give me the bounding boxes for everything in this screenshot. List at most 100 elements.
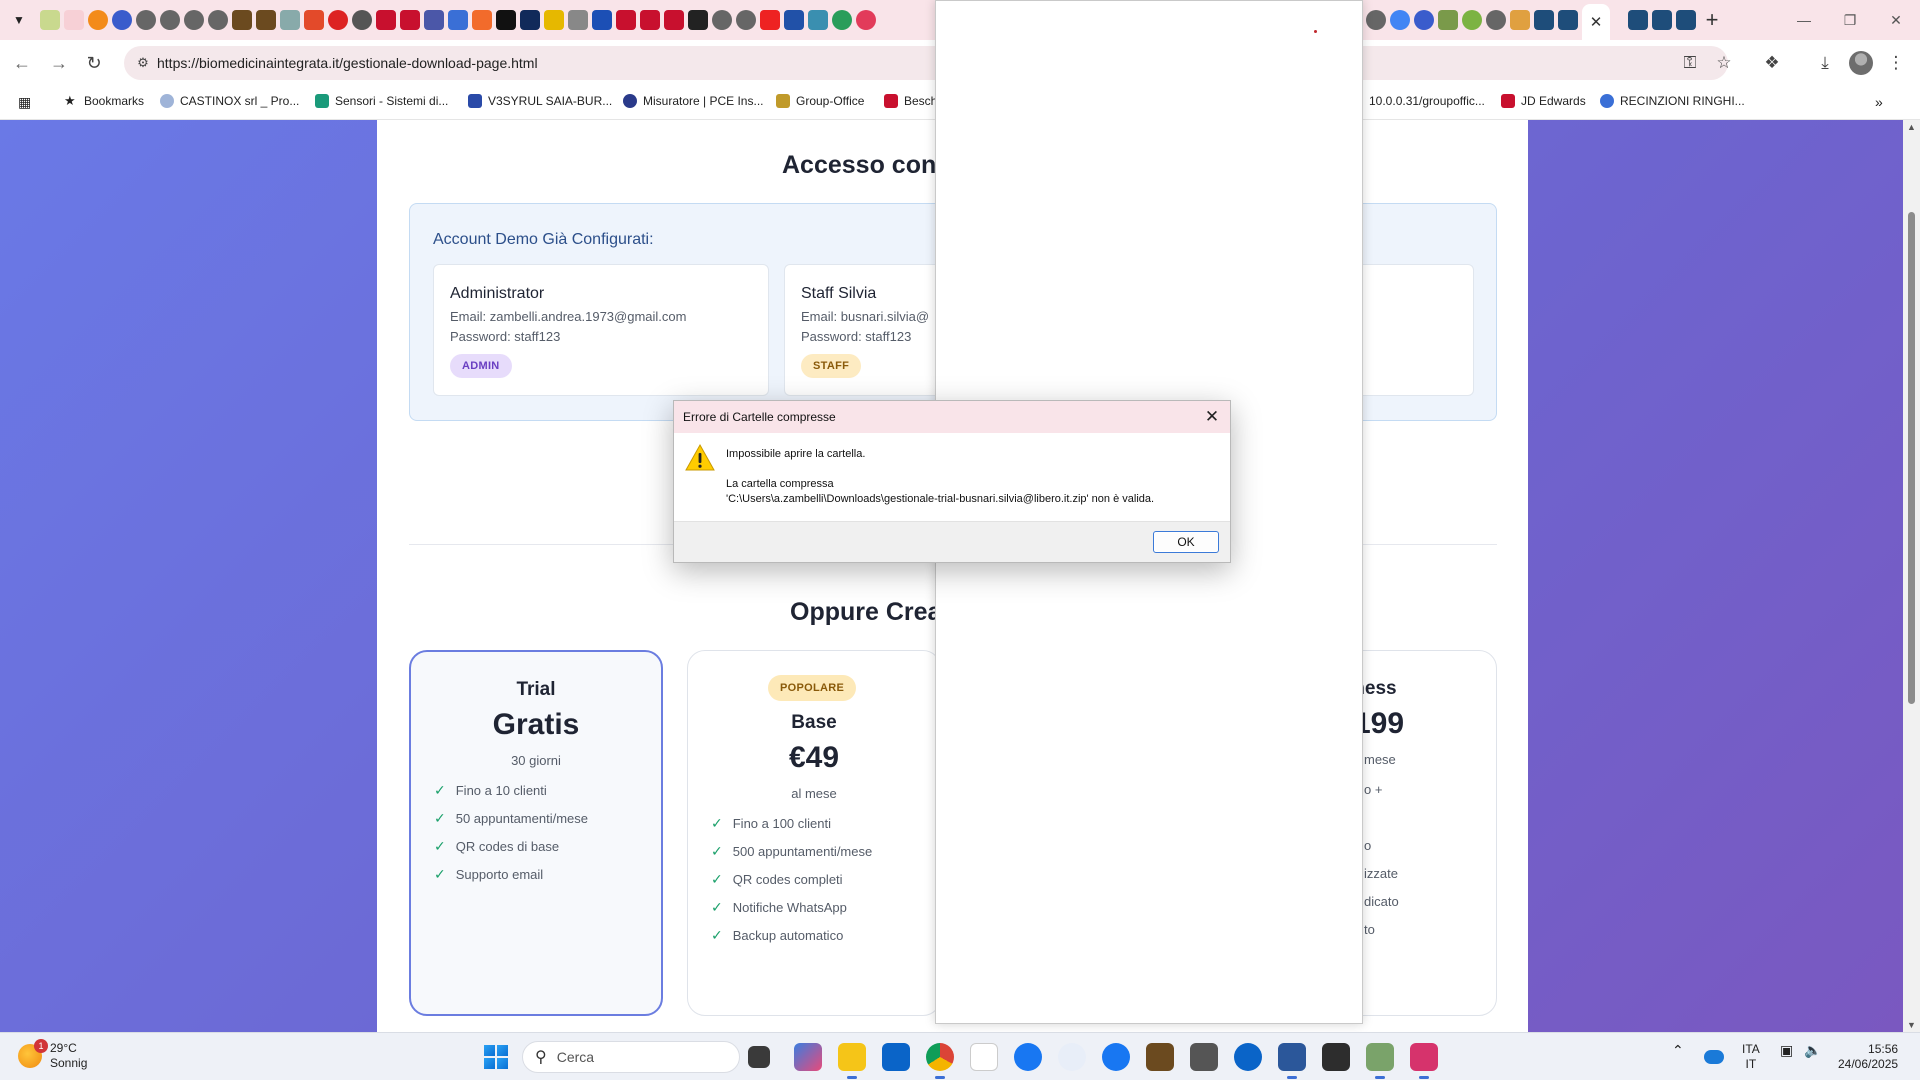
bookmark-item[interactable]: JD Edwards (1501, 94, 1586, 108)
tab-favicon[interactable] (400, 10, 420, 30)
tab-search-chevron-icon[interactable]: ▼ (6, 8, 32, 32)
store-icon[interactable] (1146, 1043, 1174, 1071)
tab-favicon[interactable] (160, 10, 180, 30)
forward-arrow-icon[interactable]: → (47, 51, 71, 75)
facebook-app-icon[interactable] (1102, 1043, 1130, 1071)
bookmark-item[interactable]: 10.0.0.31/groupoffic... (1369, 94, 1485, 108)
tab-favicon[interactable] (112, 10, 132, 30)
tab-favicon[interactable] (496, 10, 516, 30)
address-bar[interactable]: ⚙ https://biomedicinaintegrata.it/gestio… (124, 46, 1732, 80)
tab-favicon[interactable] (40, 10, 60, 30)
tab-favicon[interactable] (664, 10, 684, 30)
tab-favicon[interactable] (256, 10, 276, 30)
file-explorer-icon[interactable] (838, 1043, 866, 1079)
facebook-icon[interactable] (1014, 1043, 1042, 1071)
back-arrow-icon[interactable]: ← (10, 51, 34, 75)
tab-favicon[interactable] (832, 10, 852, 30)
tab-favicon[interactable] (760, 10, 780, 30)
tab-favicon[interactable] (424, 10, 444, 30)
tab-favicon[interactable] (592, 10, 612, 30)
search-app-icon[interactable] (1058, 1043, 1086, 1071)
tab-favicon[interactable] (1462, 10, 1482, 30)
tab-favicon[interactable] (448, 10, 468, 30)
plan-card-base[interactable]: POPOLARE Base €49 al mese ✓ Fino a 100 cl… (687, 650, 941, 1016)
bookmark-item[interactable]: CASTINOX srl _ Pro... (160, 94, 299, 108)
amazon-icon[interactable] (970, 1043, 998, 1071)
volume-icon[interactable]: 🔈 (1804, 1043, 1821, 1058)
start-windows-icon[interactable] (484, 1045, 508, 1069)
terminal-icon[interactable] (1322, 1043, 1350, 1071)
word-icon[interactable] (1278, 1043, 1306, 1079)
url-text[interactable]: https://biomedicinaintegrata.it/gestiona… (157, 55, 538, 71)
tab-favicon[interactable] (304, 10, 324, 30)
menu-kebab-icon[interactable]: ⋮ (1884, 51, 1908, 75)
teamviewer-icon[interactable] (1234, 1043, 1262, 1071)
widgets-app-icon[interactable] (794, 1043, 822, 1071)
bookmarks-overflow-chevron-icon[interactable]: » (1875, 94, 1883, 110)
tab-favicon[interactable] (1438, 10, 1458, 30)
tab-favicon[interactable] (88, 10, 108, 30)
snipping-tool-icon[interactable] (1410, 1043, 1438, 1079)
site-info-icon[interactable]: ⚙ (134, 54, 152, 72)
tab-favicon[interactable] (712, 10, 732, 30)
tab-favicon[interactable] (184, 10, 204, 30)
tab-favicon[interactable] (856, 10, 876, 30)
tab-favicon[interactable] (328, 10, 348, 30)
clock[interactable]: 15:56 24/06/2025 (1838, 1042, 1898, 1072)
tab-favicon[interactable] (808, 10, 828, 30)
tab-favicon[interactable] (616, 10, 636, 30)
plan-card-trial[interactable]: Trial Gratis 30 giorni ✓ Fino a 10 client… (409, 650, 663, 1016)
tab-favicon[interactable] (232, 10, 252, 30)
extensions-puzzle-icon[interactable]: ❖ (1760, 51, 1784, 75)
dialog-titlebar[interactable]: Errore di Cartelle compresse ✕ (674, 401, 1230, 433)
tab-favicon[interactable] (1390, 10, 1410, 30)
tab-favicon[interactable] (1628, 10, 1648, 30)
tab-favicon[interactable] (1652, 10, 1672, 30)
bookmark-item[interactable]: Sensori - Sistemi di... (315, 94, 448, 108)
language-indicator[interactable]: ITA IT (1742, 1042, 1760, 1072)
tab-favicon[interactable] (1510, 10, 1530, 30)
tab-favicon[interactable] (784, 10, 804, 30)
tab-favicon[interactable] (1486, 10, 1506, 30)
page-scrollbar[interactable]: ▲ ▼ (1903, 120, 1920, 1032)
bookmark-item[interactable]: Group-Office (776, 94, 864, 108)
apps-grid-icon[interactable]: ▦ (18, 94, 31, 111)
ok-button[interactable]: OK (1153, 531, 1219, 553)
scrollbar-thumb[interactable] (1908, 212, 1915, 704)
tab-favicon[interactable] (280, 10, 300, 30)
tab-favicon[interactable] (208, 10, 228, 30)
tab-favicon[interactable] (136, 10, 156, 30)
network-tool-icon[interactable] (1366, 1043, 1394, 1079)
tab-favicon[interactable] (472, 10, 492, 30)
profile-avatar[interactable] (1849, 51, 1873, 75)
dialog-close-icon[interactable]: ✕ (1200, 405, 1224, 429)
restore-icon[interactable]: ❐ (1835, 8, 1865, 32)
tab-favicon[interactable] (1558, 10, 1578, 30)
tab-favicon[interactable] (544, 10, 564, 30)
onedrive-icon[interactable] (1704, 1050, 1724, 1064)
active-tab-close-icon[interactable]: ✕ (1582, 4, 1610, 40)
tab-favicon[interactable] (736, 10, 756, 30)
tab-favicon[interactable] (1366, 10, 1386, 30)
tab-favicon[interactable] (520, 10, 540, 30)
close-window-icon[interactable]: ✕ (1881, 8, 1911, 32)
tab-favicon[interactable] (1534, 10, 1554, 30)
scroll-down-arrow-icon[interactable]: ▼ (1907, 1020, 1916, 1030)
weather-widget[interactable]: 1 29°C Sonnig (18, 1039, 87, 1071)
bookmark-item[interactable]: Besch (884, 94, 937, 108)
task-view-icon[interactable] (748, 1046, 770, 1068)
tab-favicon[interactable] (1676, 10, 1696, 30)
bookmark-star-icon[interactable]: ☆ (1712, 51, 1736, 75)
media-player-icon[interactable] (1190, 1043, 1218, 1071)
bookmark-item[interactable]: ★ Bookmarks (64, 94, 144, 109)
outlook-icon[interactable] (882, 1043, 910, 1071)
download-icon[interactable]: ⤓ (1813, 51, 1837, 75)
tab-favicon[interactable] (640, 10, 660, 30)
tab-favicon[interactable] (568, 10, 588, 30)
bookmark-item[interactable]: V3SYRUL SAIA-BUR... (468, 94, 612, 108)
tab-favicon[interactable] (64, 10, 84, 30)
tab-favicon[interactable] (688, 10, 708, 30)
scroll-up-arrow-icon[interactable]: ▲ (1907, 122, 1916, 132)
tray-overflow-chevron-icon[interactable]: ⌃ (1672, 1043, 1684, 1058)
new-tab-button[interactable]: + (1700, 7, 1724, 32)
